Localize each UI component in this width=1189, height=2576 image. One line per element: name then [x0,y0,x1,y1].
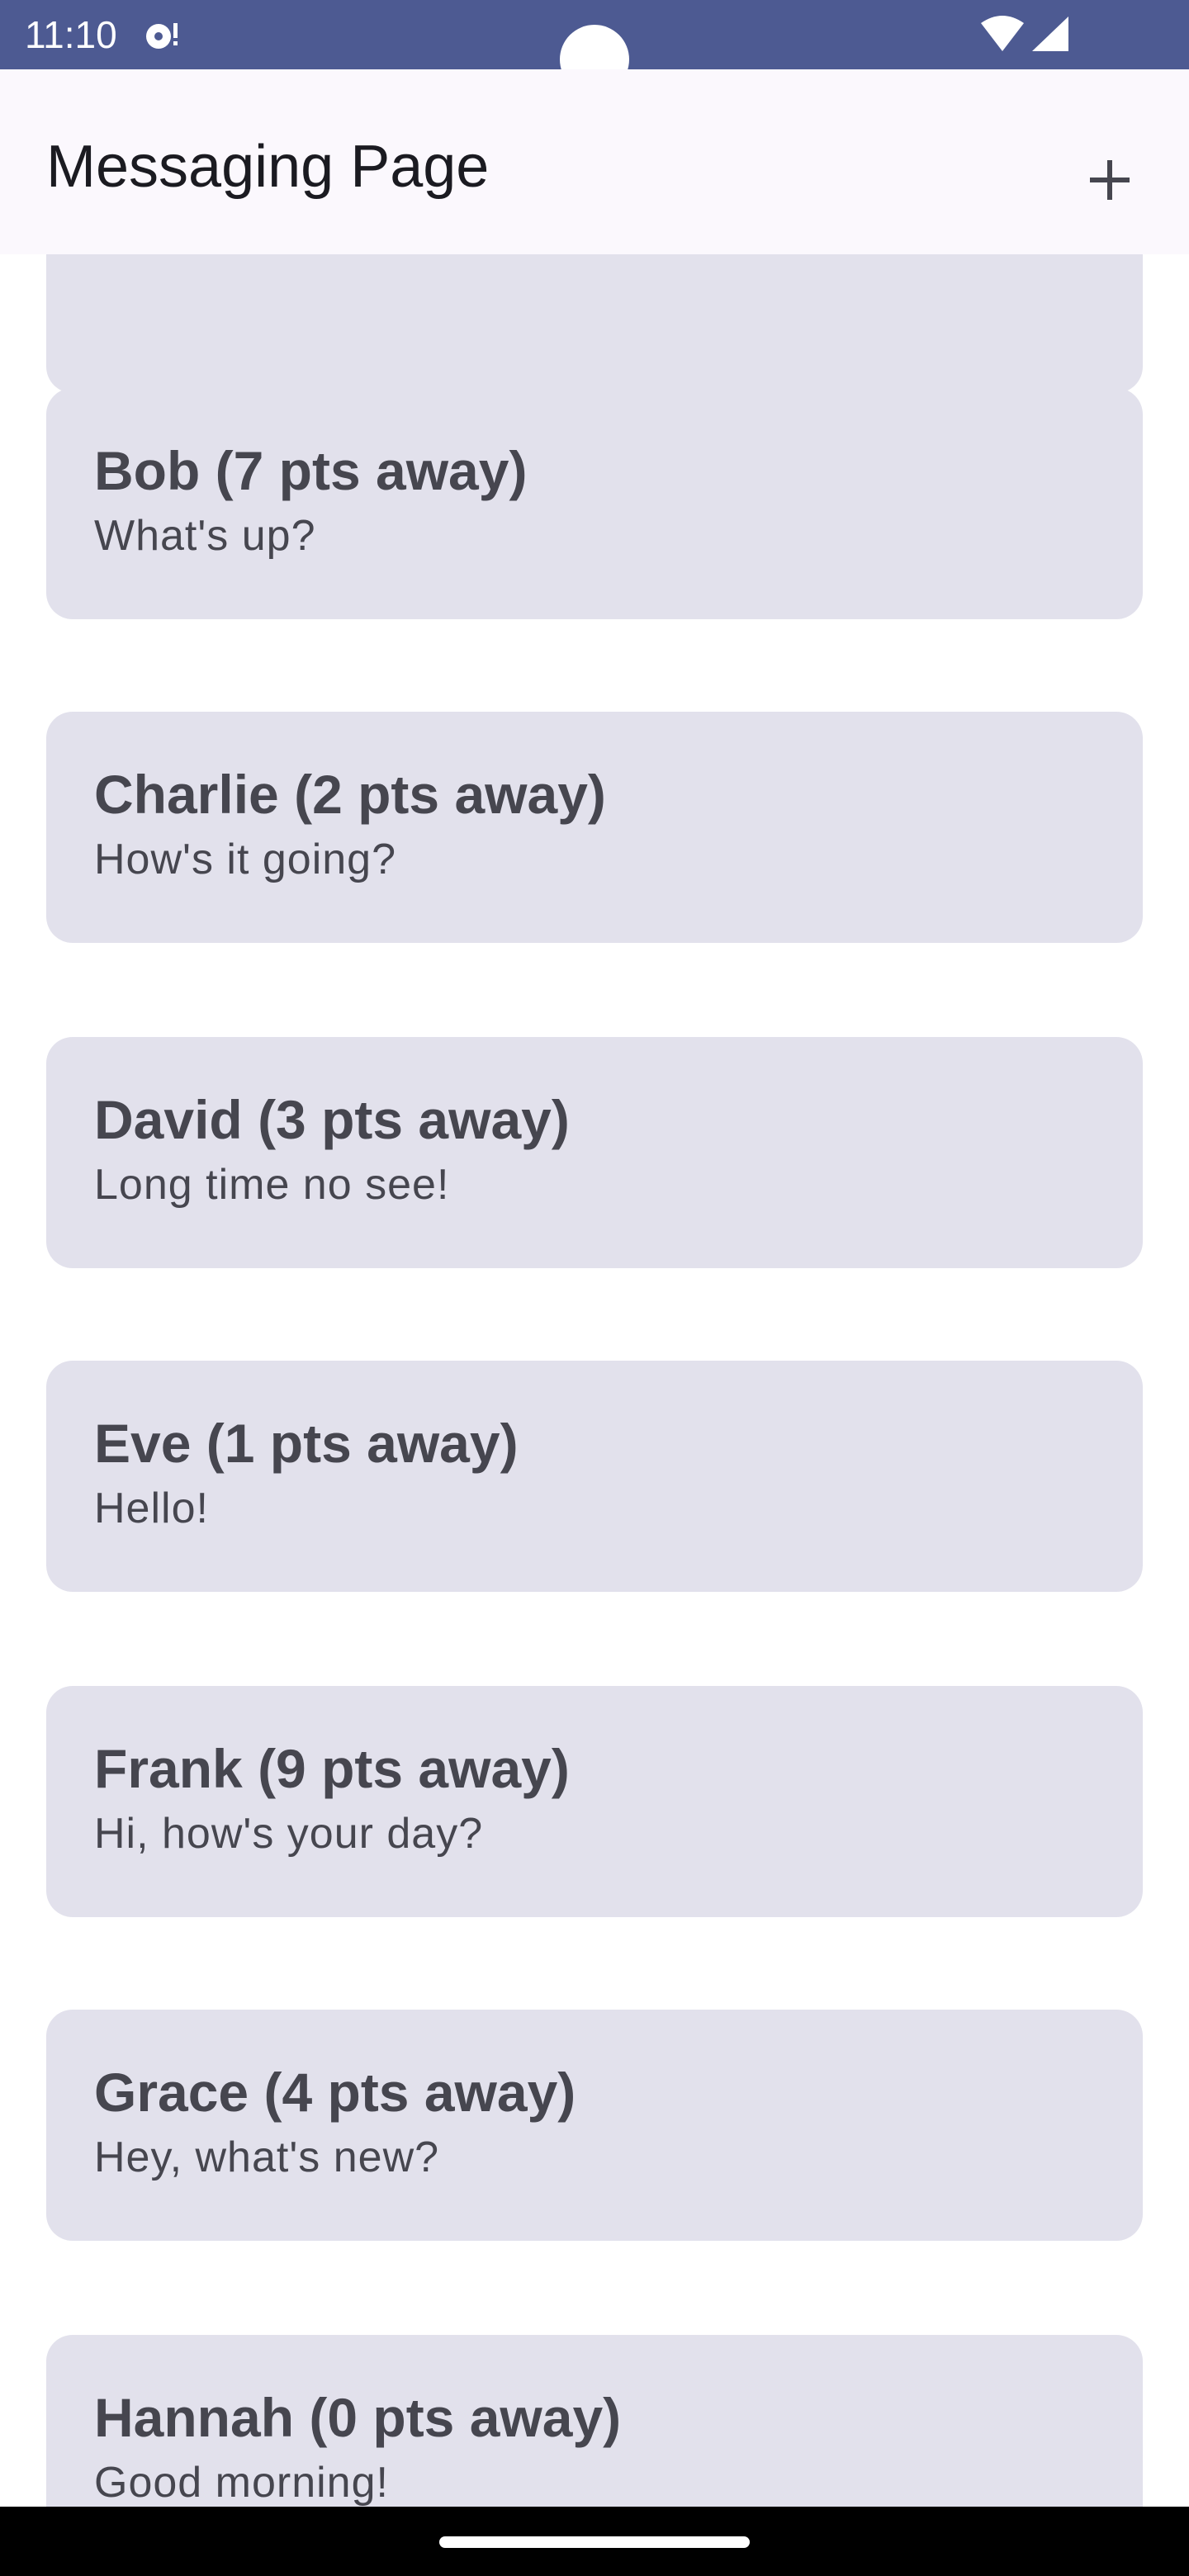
message-preview: Hi, how's your day? [94,1810,484,1858]
conversation-list[interactable]: Bob (7 pts away) What's up? Charlie (2 p… [0,254,1189,2507]
app-bar: Messaging Page [0,69,1189,254]
contact-name: Bob (7 pts away) [94,440,528,501]
message-preview: Hello! [94,1485,209,1532]
home-indicator[interactable] [439,2536,750,2548]
message-preview: Long time no see! [94,1161,450,1209]
contact-name: Hannah (0 pts away) [94,2387,622,2448]
notification-icon [142,17,182,53]
contact-name: David (3 pts away) [94,1089,570,1150]
conversation-card[interactable]: Hannah (0 pts away) Good morning! [46,2335,1143,2507]
contact-name: Eve (1 pts away) [94,1413,519,1474]
conversation-card[interactable] [46,254,1143,393]
conversation-card[interactable]: Grace (4 pts away) Hey, what's new? [46,2010,1143,2241]
add-button[interactable] [1070,140,1149,220]
plus-icon [1090,160,1130,200]
message-preview: How's it going? [94,836,396,883]
signal-icon [1030,15,1070,53]
conversation-card[interactable]: Charlie (2 pts away) How's it going? [46,712,1143,943]
wifi-icon [979,15,1026,53]
conversation-card[interactable]: Bob (7 pts away) What's up? [46,388,1143,619]
conversation-card[interactable]: David (3 pts away) Long time no see! [46,1037,1143,1268]
page-title: Messaging Page [46,134,490,200]
navigation-bar [0,2507,1189,2576]
status-time: 11:10 [25,13,117,56]
contact-name: Grace (4 pts away) [94,2062,576,2123]
conversation-card[interactable]: Frank (9 pts away) Hi, how's your day? [46,1686,1143,1917]
contact-name: Charlie (2 pts away) [94,764,606,825]
contact-name: Frank (9 pts away) [94,1738,570,1799]
message-preview: What's up? [94,512,316,560]
message-preview: Good morning! [94,2459,389,2507]
status-bar: 11:10 [0,0,1189,94]
message-preview: Hey, what's new? [94,2133,440,2181]
conversation-card[interactable]: Eve (1 pts away) Hello! [46,1361,1143,1592]
